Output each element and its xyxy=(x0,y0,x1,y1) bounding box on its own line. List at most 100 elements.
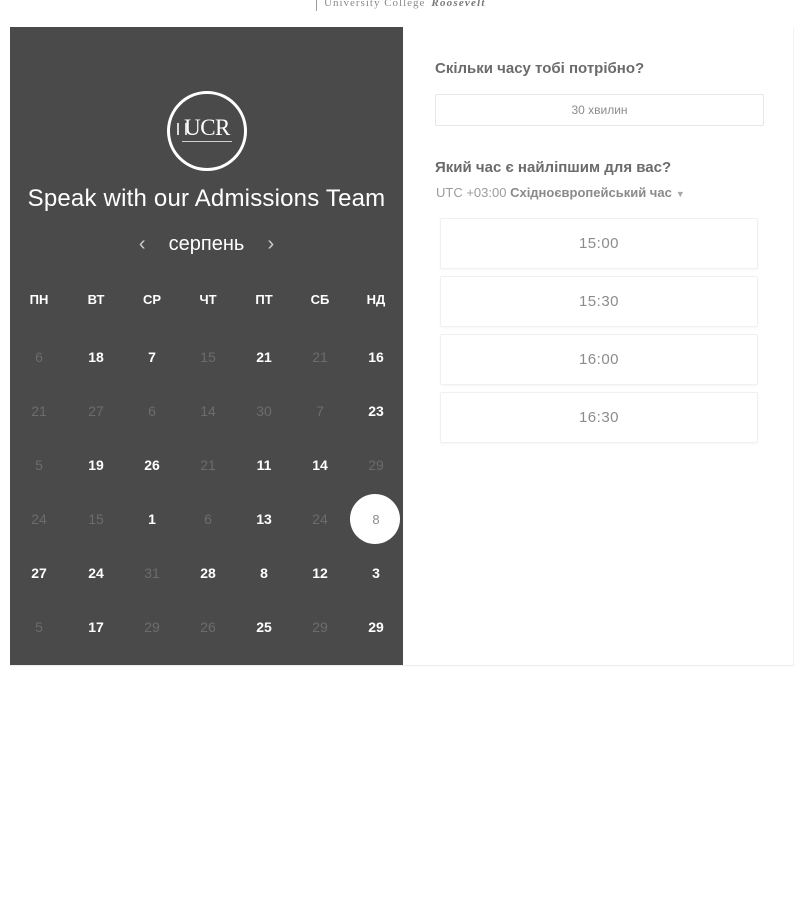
timezone-selector[interactable]: UTC +03:00 Східноєвропейський час ▼ xyxy=(436,185,685,200)
calendar-day[interactable]: 14 xyxy=(292,438,348,492)
month-label: серпень xyxy=(168,233,245,255)
calendar-day: 24 xyxy=(292,492,348,546)
scheduler-card: UCR Speak with our Admissions Team ‹ сер… xyxy=(10,27,794,666)
day-number: 28 xyxy=(200,565,216,581)
calendar-day[interactable]: 25 xyxy=(236,600,292,654)
calendar-day[interactable]: 18 xyxy=(68,330,124,384)
calendar-week-row: 6 18 7 15 21 21 16 xyxy=(10,330,403,384)
calendar-day-selected[interactable]: 8 xyxy=(348,492,404,546)
calendar-week-row: 24 15 1 6 13 24 8 xyxy=(10,492,403,546)
day-number: 29 xyxy=(368,457,384,473)
booking-panel: Скільки часу тобі потрібно? 30 хвилин Як… xyxy=(403,27,793,665)
time-slot-button[interactable]: 16:30 xyxy=(440,392,758,443)
duration-question: Скільки часу тобі потрібно? xyxy=(435,60,645,77)
calendar-day: 21 xyxy=(10,384,68,438)
calendar-day[interactable]: 28 xyxy=(180,546,236,600)
calendar-day[interactable]: 23 xyxy=(348,384,404,438)
logo-text: UCR xyxy=(184,115,230,140)
chevron-right-icon[interactable]: › xyxy=(261,233,281,256)
calendar-day: 6 xyxy=(124,384,180,438)
calendar-day[interactable]: 29 xyxy=(348,600,404,654)
brand-wordmark: University College Roosevelt xyxy=(324,0,486,9)
calendar-day[interactable]: 1 xyxy=(124,492,180,546)
calendar-day[interactable]: 8 xyxy=(236,546,292,600)
calendar-week-row: 5 19 26 21 11 14 29 xyxy=(10,438,403,492)
day-number: 23 xyxy=(368,403,384,419)
calendar-day[interactable]: 26 xyxy=(124,438,180,492)
day-number: 24 xyxy=(31,511,47,527)
calendar-day[interactable]: 11 xyxy=(236,438,292,492)
chevron-left-icon[interactable]: ‹ xyxy=(132,233,152,256)
day-number: 18 xyxy=(88,349,104,365)
brand-left-text: University College xyxy=(324,0,426,9)
calendar-day: 5 xyxy=(10,600,68,654)
day-number: 31 xyxy=(144,565,160,581)
calendar-day: 14 xyxy=(180,384,236,438)
calendar-day[interactable]: 19 xyxy=(68,438,124,492)
calendar-day: 24 xyxy=(10,492,68,546)
calendar-week-row: 5 17 29 26 25 29 29 xyxy=(10,600,403,654)
calendar-day[interactable]: 7 xyxy=(124,330,180,384)
brand-right-text: Roosevelt xyxy=(431,0,486,9)
calendar-day[interactable]: 12 xyxy=(292,546,348,600)
calendar-day: 15 xyxy=(180,330,236,384)
day-number: 29 xyxy=(144,619,160,635)
calendar-day: 6 xyxy=(10,330,68,384)
day-number: 8 xyxy=(260,565,268,581)
calendar-day[interactable]: 27 xyxy=(10,546,68,600)
day-number: 5 xyxy=(35,457,43,473)
calendar-panel: UCR Speak with our Admissions Team ‹ сер… xyxy=(10,27,403,665)
calendar-day[interactable]: 13 xyxy=(236,492,292,546)
calendar-day: 26 xyxy=(180,600,236,654)
day-number: 21 xyxy=(312,349,328,365)
calendar-week-row: 21 27 6 14 30 7 23 xyxy=(10,384,403,438)
day-number: 8 xyxy=(372,512,380,527)
calendar-day: 29 xyxy=(292,600,348,654)
calendar-day[interactable]: 3 xyxy=(348,546,404,600)
time-slot-button[interactable]: 15:30 xyxy=(440,276,758,327)
calendar-day[interactable]: 17 xyxy=(68,600,124,654)
calendar-day: 15 xyxy=(68,492,124,546)
time-slot-button[interactable]: 15:00 xyxy=(440,218,758,269)
weekday-label: СБ xyxy=(310,292,330,307)
day-number: 29 xyxy=(312,619,328,635)
day-number: 7 xyxy=(148,349,156,365)
calendar-day: 29 xyxy=(348,438,404,492)
calendar-day: 5 xyxy=(10,438,68,492)
caret-down-icon: ▼ xyxy=(675,189,685,199)
weekday-header: ПН ВТ СР ЧТ ПТ СБ НД xyxy=(10,292,403,307)
time-slot-button[interactable]: 16:00 xyxy=(440,334,758,385)
day-number: 12 xyxy=(312,565,328,581)
duration-select[interactable]: 30 хвилин xyxy=(435,94,764,126)
day-number: 17 xyxy=(88,619,104,635)
weekday-label: ЧТ xyxy=(199,292,217,307)
day-number: 19 xyxy=(88,457,104,473)
timezone-offset: UTC +03:00 xyxy=(436,185,507,200)
month-navigation: ‹ серпень › xyxy=(10,233,403,261)
day-number: 26 xyxy=(144,457,160,473)
day-number: 24 xyxy=(312,511,328,527)
calendar-day: 21 xyxy=(292,330,348,384)
day-number: 3 xyxy=(372,565,380,581)
calendar-day[interactable]: 21 xyxy=(236,330,292,384)
day-number: 27 xyxy=(31,565,47,581)
day-number: 11 xyxy=(256,457,272,473)
calendar-day: 30 xyxy=(236,384,292,438)
day-number: 29 xyxy=(368,619,384,635)
day-number: 15 xyxy=(88,511,104,527)
calendar-day[interactable]: 24 xyxy=(68,546,124,600)
page-title: Speak with our Admissions Team xyxy=(27,185,386,212)
day-number: 15 xyxy=(200,349,216,365)
calendar-day: 31 xyxy=(124,546,180,600)
day-number: 21 xyxy=(200,457,216,473)
weekday-label: ПТ xyxy=(255,292,273,307)
weekday-label: СР xyxy=(142,292,162,307)
day-number: 25 xyxy=(256,619,272,635)
calendar-week-row: 27 24 31 28 8 12 3 xyxy=(10,546,403,600)
ucr-logo: UCR xyxy=(167,91,247,171)
calendar-day[interactable]: 16 xyxy=(348,330,404,384)
day-number: 30 xyxy=(256,403,272,419)
day-number: 6 xyxy=(204,511,212,527)
weekday-label: НД xyxy=(366,292,386,307)
calendar-day: 6 xyxy=(180,492,236,546)
